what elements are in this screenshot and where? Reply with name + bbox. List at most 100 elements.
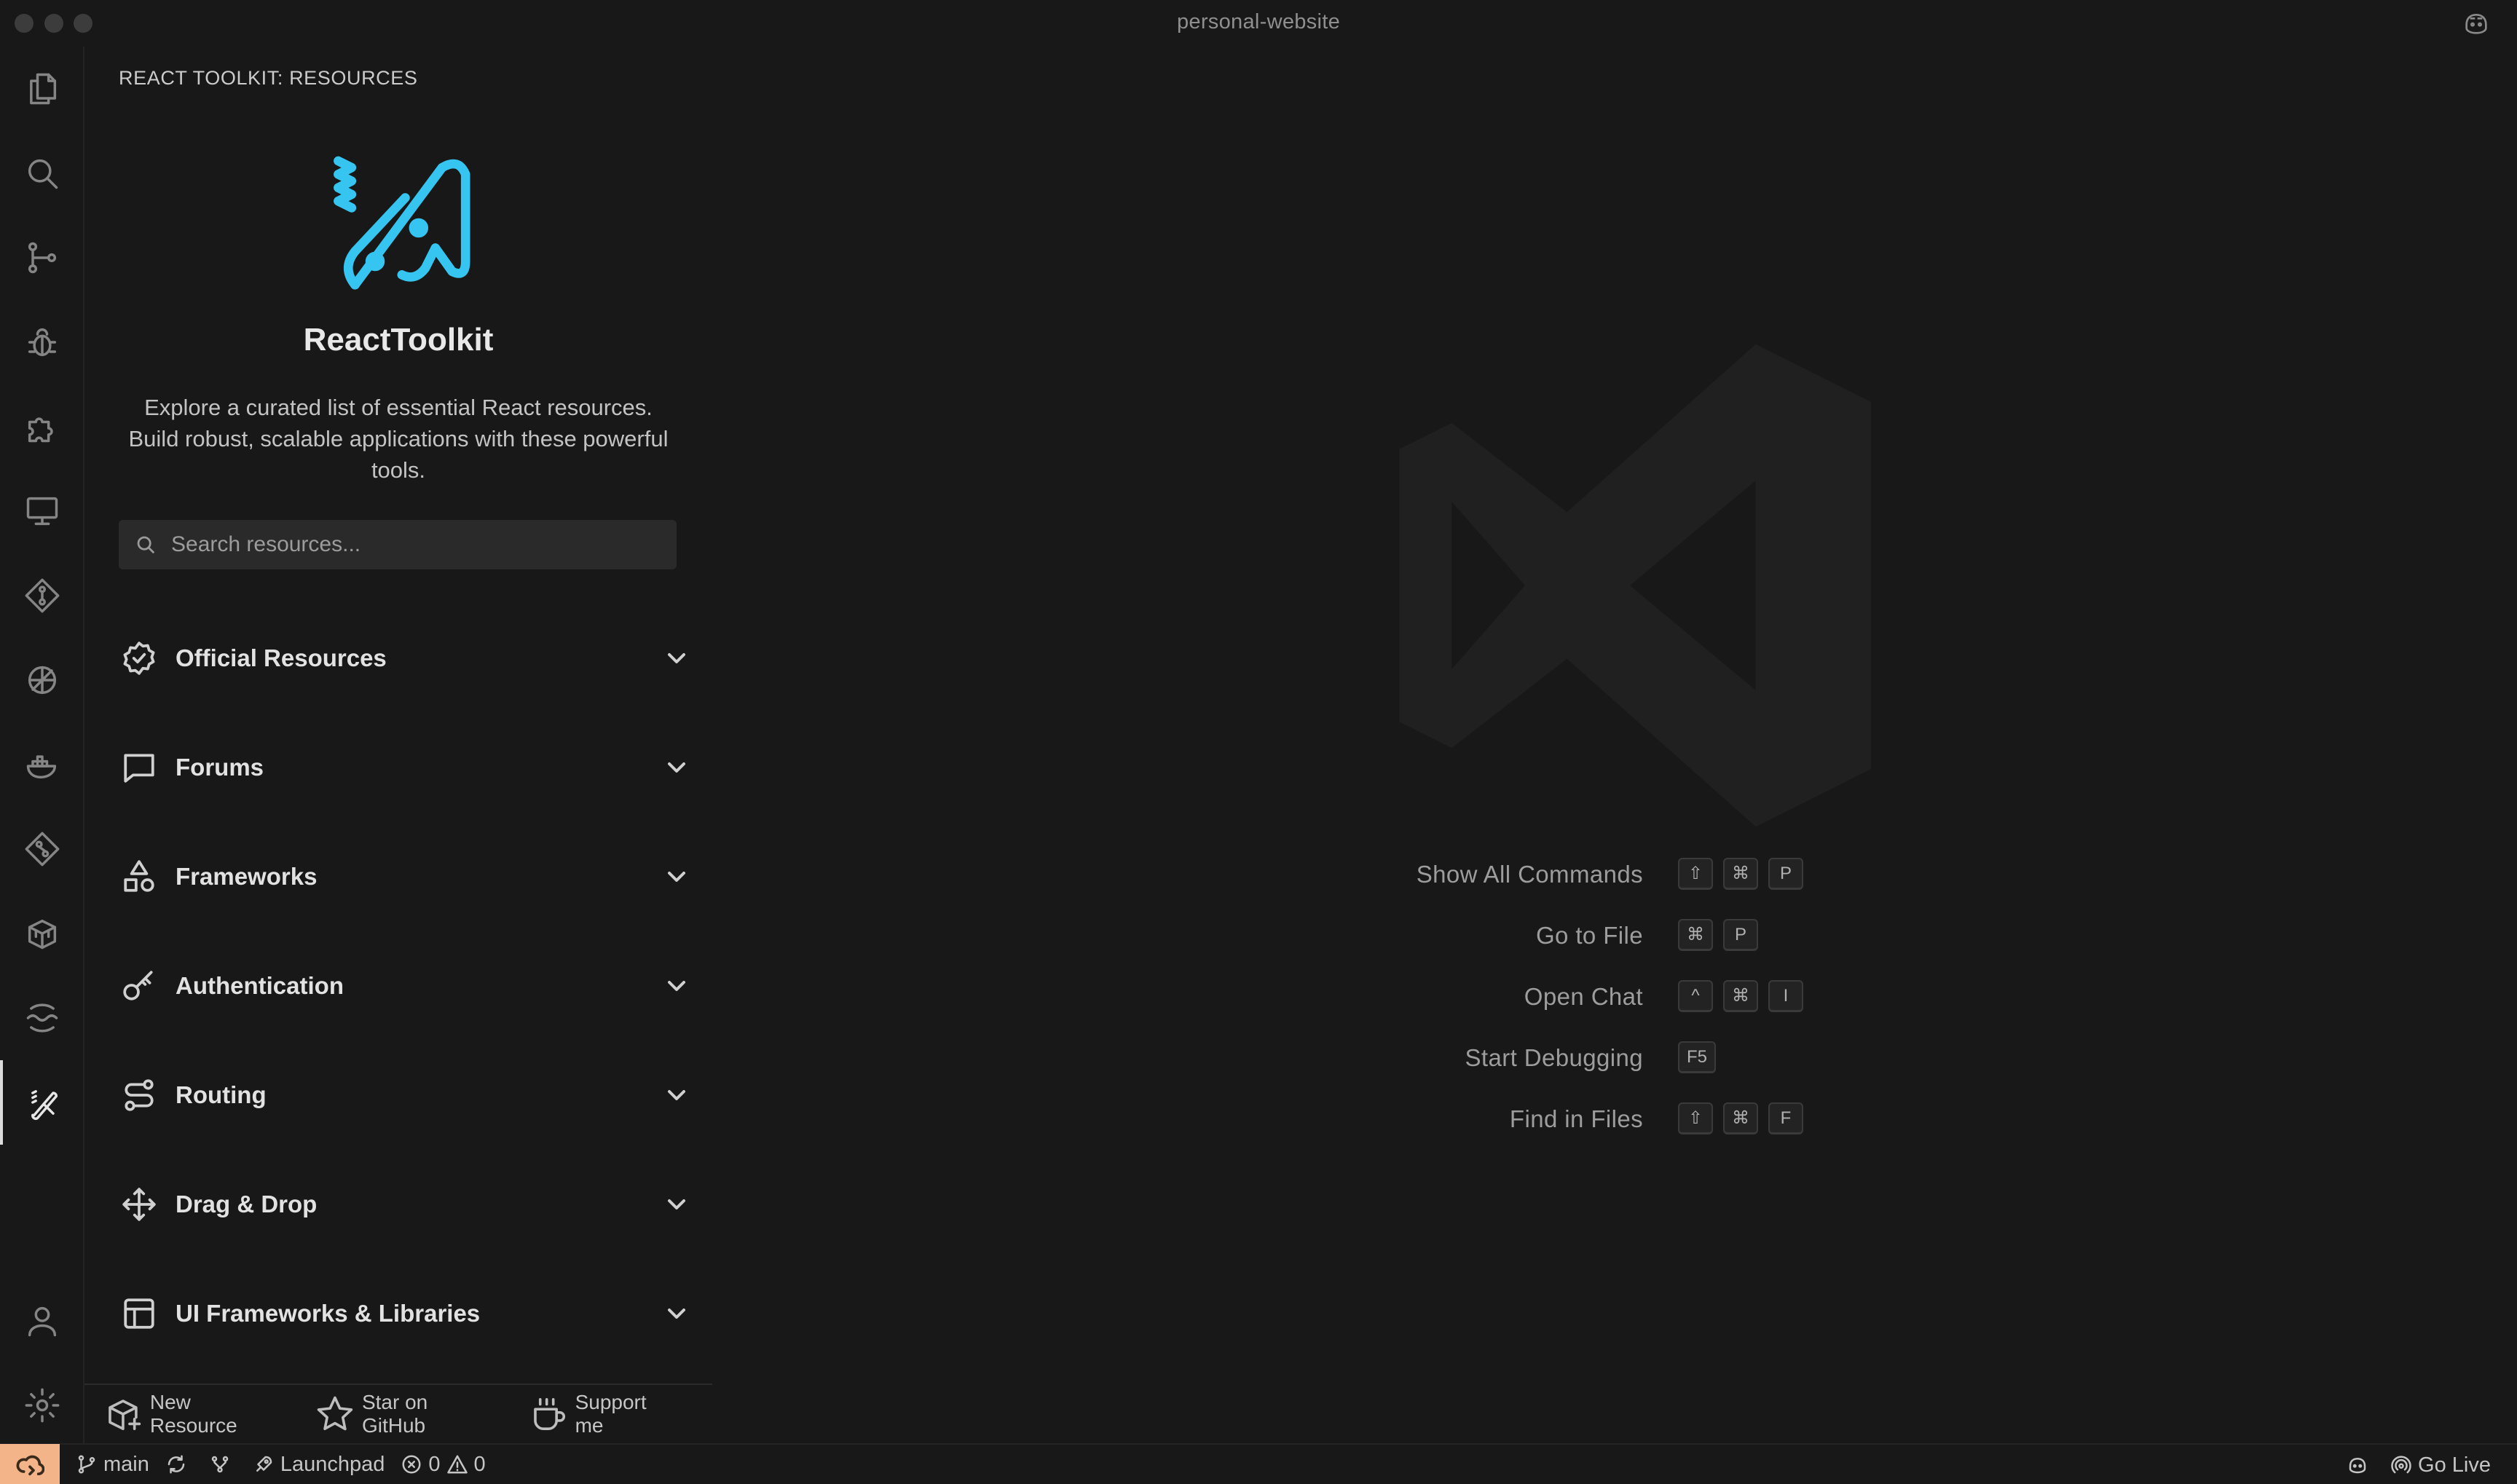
git-graph-icon[interactable] (0, 553, 84, 638)
run-debug-icon[interactable] (0, 300, 84, 384)
section-label: Routing (176, 1081, 267, 1108)
launchpad-button[interactable]: Launchpad (253, 1453, 385, 1477)
shortcut-find-in-files[interactable]: Find in Files ⇧ ⌘ F (712, 1092, 2517, 1153)
app-description: Explore a curated list of essential Reac… (128, 395, 669, 483)
accounts-icon[interactable] (0, 1279, 84, 1363)
react-toolkit-logo (334, 156, 470, 290)
cmd-key: ⌘ (1723, 858, 1758, 890)
star-icon (317, 1396, 353, 1431)
waves-icon[interactable] (0, 976, 84, 1060)
manage-gear-icon[interactable] (0, 1363, 84, 1448)
shortcut-show-all-commands[interactable]: Show All Commands ⇧ ⌘ P (712, 848, 2517, 909)
section-label: Authentication (176, 972, 344, 999)
source-control-icon[interactable] (0, 216, 84, 300)
p-key: P (1723, 919, 1758, 951)
title-bar: personal-website (0, 0, 2517, 47)
editor-empty-state: Show All Commands ⇧ ⌘ P Go to File ⌘ P O… (712, 47, 2517, 1443)
chevron-down-icon[interactable] (662, 1299, 691, 1328)
shift-key: ⇧ (1678, 1102, 1713, 1134)
section-frameworks[interactable]: Frameworks (119, 840, 694, 913)
shortcut-start-debugging[interactable]: Start Debugging F5 (712, 1031, 2517, 1092)
new-resource-button[interactable]: New Resource (103, 1391, 283, 1437)
package-plus-icon (109, 1400, 141, 1430)
section-label: Forums (176, 754, 264, 781)
chevron-down-icon[interactable] (662, 862, 691, 891)
git-graph-status-button[interactable] (209, 1453, 237, 1475)
gitlens-icon[interactable] (0, 807, 84, 891)
support-me-button[interactable]: Support me (529, 1391, 680, 1437)
chevron-down-icon[interactable] (662, 1190, 691, 1219)
rocket-icon (256, 1456, 272, 1472)
section-forums[interactable]: Forums (119, 731, 694, 804)
branch-button[interactable]: main (76, 1453, 149, 1477)
vscode-watermark-icon (1399, 344, 1872, 827)
error-icon (402, 1455, 421, 1474)
section-label: Frameworks (176, 863, 318, 890)
move-icon (119, 1184, 159, 1225)
launchpad-label: Launchpad (280, 1452, 385, 1476)
section-official-resources[interactable]: Official Resources (119, 622, 694, 695)
cmd-key: ⌘ (1723, 980, 1758, 1012)
coffee-icon (533, 1398, 565, 1430)
section-drag-drop[interactable]: Drag & Drop (119, 1168, 694, 1241)
git-branch-icon (78, 1455, 95, 1474)
search-icon[interactable] (0, 131, 84, 216)
shortcut-open-chat[interactable]: Open Chat ^ ⌘ I (712, 970, 2517, 1031)
section-label: Official Resources (176, 644, 387, 671)
broadcast-icon (2391, 1456, 2411, 1474)
go-live-button[interactable]: Go Live (2390, 1453, 2491, 1477)
shortcut-go-to-file[interactable]: Go to File ⌘ P (712, 909, 2517, 970)
chevron-down-icon[interactable] (662, 971, 691, 1000)
go-live-label: Go Live (2418, 1453, 2491, 1477)
route-icon (119, 1075, 159, 1116)
search-resources-input[interactable] (171, 532, 666, 557)
database-icon[interactable] (0, 638, 84, 722)
cloud-sync-icon (16, 1455, 44, 1476)
remote-explorer-icon[interactable] (0, 469, 84, 553)
packages-icon[interactable] (0, 891, 84, 976)
f5-key: F5 (1678, 1041, 1717, 1073)
message-square-icon (119, 747, 159, 788)
key-icon (119, 966, 159, 1006)
branch-name: main (103, 1452, 149, 1476)
i-key: I (1768, 980, 1803, 1012)
shift-key: ⇧ (1678, 858, 1713, 890)
copilot-icon (2349, 1458, 2366, 1474)
warning-count: 0 (473, 1452, 486, 1476)
window-title: personal-website (1176, 10, 1341, 33)
section-routing[interactable]: Routing (119, 1059, 694, 1132)
chevron-down-icon[interactable] (662, 753, 691, 782)
section-label: UI Frameworks & Libraries (176, 1300, 481, 1327)
explorer-icon[interactable] (0, 47, 84, 131)
sidebar-title: REACT TOOLKIT: RESOURCES (119, 67, 418, 89)
star-on-github-button[interactable]: Star on GitHub (315, 1391, 497, 1437)
copilot-status-button[interactable] (2347, 1454, 2374, 1476)
section-label: Drag & Drop (176, 1191, 318, 1217)
copilot-icon[interactable] (2462, 9, 2491, 38)
ctrl-key: ^ (1678, 980, 1713, 1012)
graph-icon (211, 1456, 229, 1473)
chevron-down-icon[interactable] (662, 644, 691, 673)
section-ui-frameworks[interactable]: UI Frameworks & Libraries (119, 1277, 694, 1350)
error-count: 0 (428, 1452, 441, 1476)
f-key: F (1768, 1102, 1803, 1134)
section-authentication[interactable]: Authentication (119, 950, 694, 1022)
search-box[interactable] (119, 520, 677, 569)
problems-button[interactable]: 0 0 (401, 1452, 486, 1477)
extensions-icon[interactable] (0, 384, 84, 469)
activity-bar (0, 47, 84, 1443)
sync-icon (168, 1455, 185, 1474)
sidebar-footer: New Resource Star on GitHub Support me (84, 1384, 712, 1443)
remote-indicator-button[interactable] (0, 1444, 60, 1484)
status-bar: main Launchpad 0 0 Go Live (0, 1443, 2517, 1484)
app-name: ReactToolkit (303, 322, 494, 358)
sync-button[interactable] (165, 1453, 193, 1475)
react-toolkit-icon[interactable] (0, 1060, 84, 1145)
badge-check-icon (119, 638, 159, 679)
cmd-key: ⌘ (1723, 1102, 1758, 1134)
layout-icon (119, 1293, 159, 1334)
search-icon (137, 536, 155, 554)
chevron-down-icon[interactable] (662, 1081, 691, 1110)
shapes-icon (119, 856, 159, 897)
docker-icon[interactable] (0, 722, 84, 807)
